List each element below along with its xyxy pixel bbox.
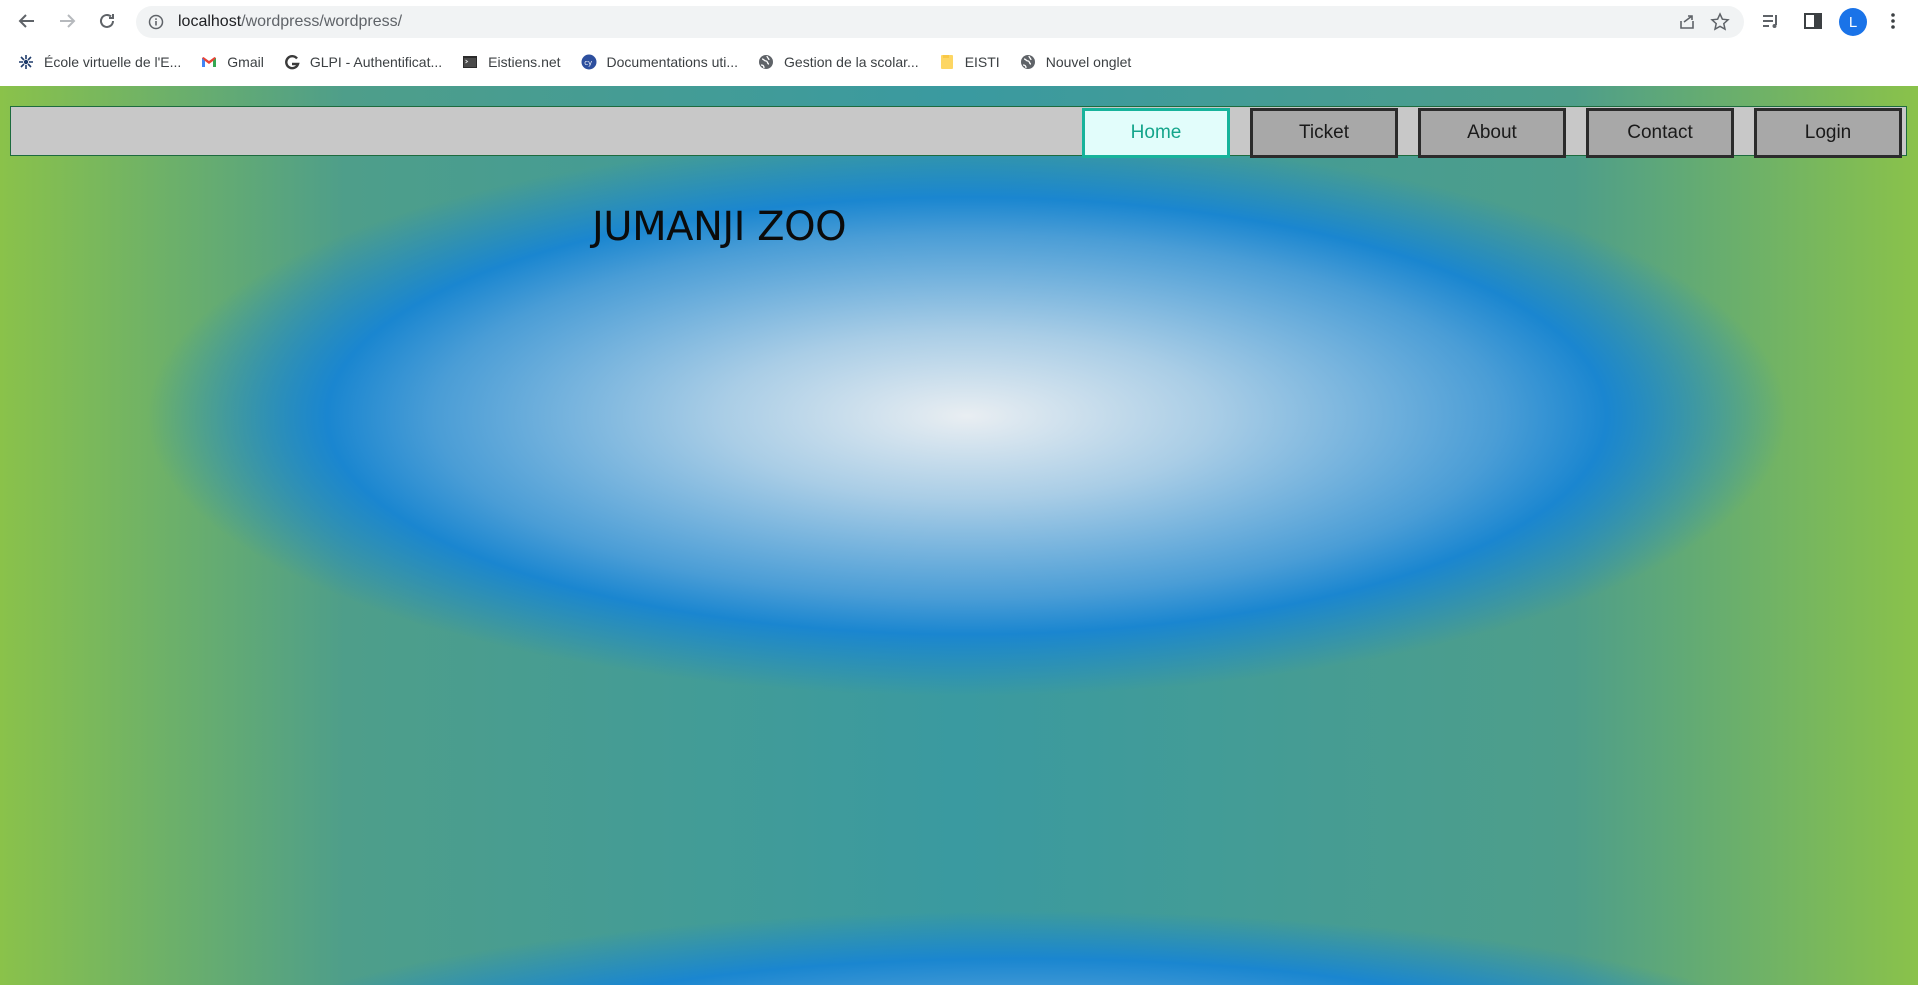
- url-host: localhost: [178, 13, 242, 30]
- bookmark-eisti[interactable]: EISTI: [929, 48, 1010, 76]
- site-title: JUMANJI ZOO: [592, 204, 847, 250]
- globe-icon: [759, 55, 774, 69]
- forward-button[interactable]: [52, 6, 82, 36]
- globe-icon: [1020, 55, 1035, 69]
- bookmark-nouvel-onglet[interactable]: Nouvel onglet: [1010, 48, 1142, 76]
- bookmark-ecole-virtuelle[interactable]: École virtuelle de l'E...: [0, 48, 191, 76]
- nav-login-button[interactable]: Login: [1754, 108, 1902, 158]
- bookmark-glpi[interactable]: GLPI - Authentificat...: [274, 48, 452, 76]
- nav-contact-button[interactable]: Contact: [1586, 108, 1734, 158]
- moodle-icon: [19, 55, 33, 69]
- bookmark-label: Nouvel onglet: [1045, 54, 1132, 70]
- site-navbar: Home Ticket About Contact Login: [10, 106, 1907, 158]
- back-arrow-icon: [18, 14, 34, 28]
- nav-about-button[interactable]: About: [1418, 108, 1566, 158]
- bookmark-label: Gmail: [227, 54, 264, 70]
- page-content: Home Ticket About Contact Login JUMANJI …: [0, 86, 1918, 985]
- back-button[interactable]: [12, 6, 42, 36]
- media-queue-icon[interactable]: [1760, 10, 1782, 32]
- bookmark-label: Documentations uti...: [606, 54, 739, 70]
- share-icon[interactable]: [1678, 13, 1696, 31]
- bookmark-eistiens[interactable]: Eistiens.net: [452, 48, 570, 76]
- bookmarks-bar: École virtuelle de l'E... Gmail GLPI - A…: [0, 48, 1918, 76]
- svg-text:cy: cy: [584, 59, 592, 67]
- bookmark-gestion-scolarite[interactable]: Gestion de la scolar...: [748, 48, 929, 76]
- bookmark-label: Gestion de la scolar...: [784, 54, 919, 70]
- terminal-icon: [463, 56, 478, 68]
- bookmark-documentations[interactable]: cy Documentations uti...: [571, 48, 749, 76]
- url-text[interactable]: localhost/wordpress/wordpress/: [178, 13, 402, 31]
- kebab-menu-icon[interactable]: [1882, 10, 1904, 32]
- cy-icon: cy: [581, 54, 597, 70]
- folder-icon: [940, 55, 953, 69]
- address-bar[interactable]: localhost/wordpress/wordpress/: [136, 6, 1744, 38]
- browser-chrome: localhost/wordpress/wordpress/ L École v…: [0, 0, 1918, 86]
- profile-avatar[interactable]: L: [1839, 8, 1867, 36]
- bookmark-gmail[interactable]: Gmail: [191, 48, 274, 76]
- side-panel-icon[interactable]: [1802, 10, 1824, 32]
- browser-toolbar: localhost/wordpress/wordpress/ L: [0, 0, 1918, 44]
- site-info-icon[interactable]: [148, 14, 164, 30]
- forward-arrow-icon: [60, 14, 76, 28]
- reload-button[interactable]: [92, 6, 122, 36]
- url-path: /wordpress/wordpress/: [241, 13, 403, 30]
- bookmark-label: EISTI: [964, 54, 1000, 70]
- bookmark-star-icon[interactable]: [1710, 12, 1730, 32]
- nav-ticket-button[interactable]: Ticket: [1250, 108, 1398, 158]
- gmail-icon: [202, 57, 217, 67]
- bookmark-label: GLPI - Authentificat...: [309, 54, 443, 70]
- glpi-icon: [285, 55, 300, 70]
- nav-home-button[interactable]: Home: [1082, 108, 1230, 158]
- bookmark-label: Eistiens.net: [488, 54, 561, 70]
- bookmark-label: École virtuelle de l'E...: [44, 54, 182, 70]
- reload-icon: [100, 13, 114, 28]
